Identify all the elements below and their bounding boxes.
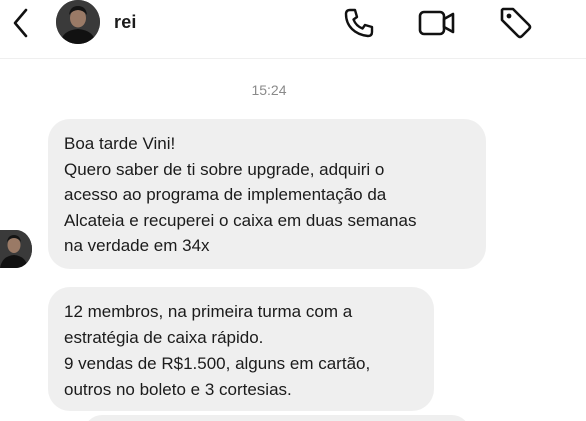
chat-header: rei [0, 0, 586, 59]
message-line: Alcateia e recuperei o caixa em duas sem… [64, 210, 417, 230]
message-line: Quero saber de ti sobre upgrade, adquiri… [64, 159, 385, 179]
message-line: outros no boleto e 3 cortesias. [64, 380, 292, 399]
message-line: 12 membros, na primeira turma com a [64, 302, 353, 321]
phone-icon [344, 8, 374, 38]
video-camera-icon [418, 10, 455, 36]
message-line: na verdade em 34x [64, 236, 210, 255]
sender-avatar[interactable] [0, 230, 32, 268]
label-button[interactable] [496, 3, 536, 43]
message-line: estratégia de caixa rápido. [64, 328, 264, 347]
message-timestamp: 15:24 [251, 82, 287, 98]
avatar-photo [56, 0, 100, 44]
back-button[interactable] [6, 6, 36, 40]
message-bubble[interactable]: 12 membros, na primeira turma com a estr… [48, 287, 434, 411]
chevron-left-icon [13, 8, 28, 38]
avatar-photo [0, 230, 32, 268]
video-call-button[interactable] [416, 4, 458, 42]
chat-screen: rei 15:24 Boa tarde Vini! Quero saber de… [0, 0, 586, 421]
contact-avatar[interactable] [56, 0, 100, 44]
partial-message-bubble [84, 415, 470, 421]
call-button[interactable] [340, 4, 378, 42]
message-bubble[interactable]: Boa tarde Vini! Quero saber de ti sobre … [48, 119, 486, 269]
message-line: Boa tarde Vini! [64, 134, 176, 153]
message-line: acesso ao programa de implementação da [64, 185, 387, 204]
tag-icon [500, 7, 532, 39]
message-line: 9 vendas de R$1.500, alguns em cartão, [64, 354, 371, 373]
contact-username[interactable]: rei [114, 12, 137, 33]
